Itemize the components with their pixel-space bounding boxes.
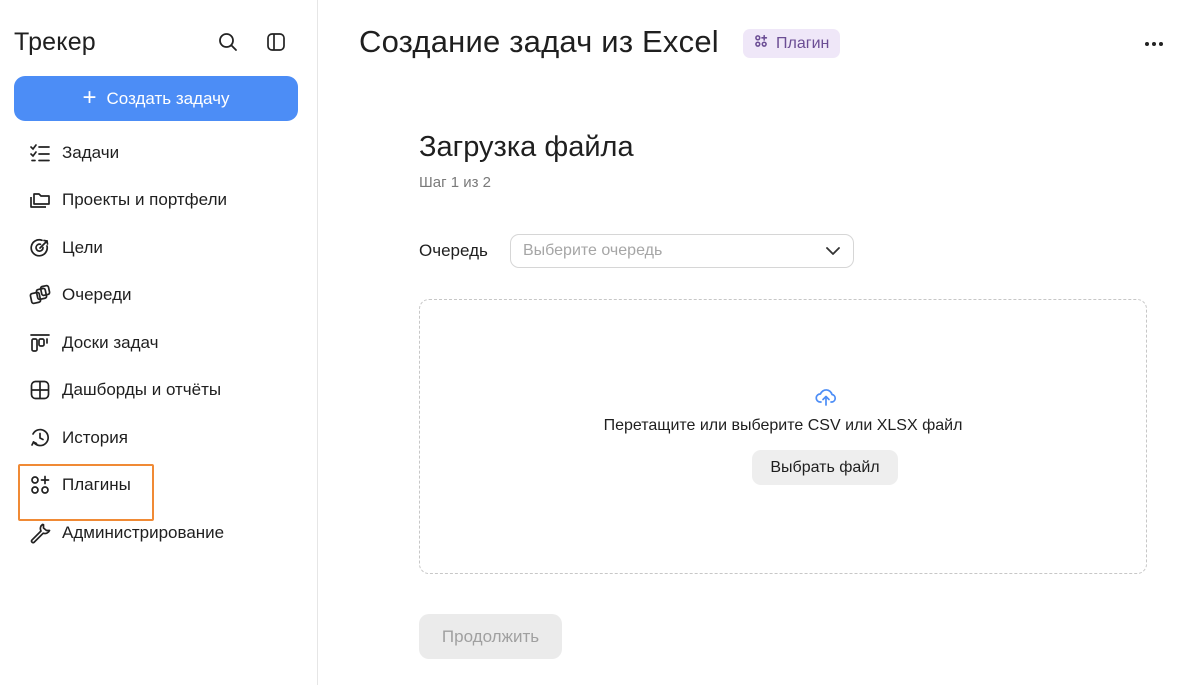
sidebar-item-goals[interactable]: Цели <box>14 224 304 272</box>
sidebar-item-label: Задачи <box>62 142 120 162</box>
sidebar-item-label: Администрирование <box>62 522 225 542</box>
sidebar-item-tasks[interactable]: Задачи <box>14 129 304 177</box>
queues-icon <box>28 283 52 307</box>
choose-file-button[interactable]: Выбрать файл <box>752 450 898 485</box>
more-icon[interactable] <box>1140 30 1168 58</box>
queue-select-placeholder: Выберите очередь <box>523 242 663 259</box>
sidebar-item-plugins[interactable]: Плагины <box>14 462 304 520</box>
dashboard-icon <box>28 378 52 402</box>
sidebar-nav: Задачи Проекты и портфели Цели Очереди Д… <box>14 129 304 557</box>
app-title: Трекер <box>14 27 96 56</box>
search-icon[interactable] <box>216 30 240 54</box>
plugin-badge: Плагин <box>743 29 841 58</box>
sidebar-header: Трекер <box>14 26 304 58</box>
queue-select[interactable]: Выберите очередь <box>510 234 854 268</box>
sidebar-item-label: Проекты и портфели <box>62 190 227 210</box>
sidebar-item-projects[interactable]: Проекты и портфели <box>14 177 304 225</box>
continue-button[interactable]: Продолжить <box>419 614 562 659</box>
sidebar-item-label: Плагины <box>62 475 131 495</box>
file-dropzone[interactable]: Перетащите или выберите CSV или XLSX фай… <box>419 299 1147 574</box>
plugins-icon <box>754 34 768 53</box>
sidebar-item-history[interactable]: История <box>14 414 304 462</box>
dropzone-text: Перетащите или выберите CSV или XLSX фай… <box>603 417 963 434</box>
task-list-icon <box>28 141 52 165</box>
sidebar-item-label: Доски задач <box>62 332 159 352</box>
sidebar-item-label: История <box>62 427 128 447</box>
chevron-down-icon <box>825 243 841 264</box>
sidebar-item-admin[interactable]: Администрирование <box>14 509 304 557</box>
folder-stack-icon <box>28 188 52 212</box>
target-icon <box>28 236 52 260</box>
wrench-icon <box>28 521 52 545</box>
sidebar-item-boards[interactable]: Доски задач <box>14 319 304 367</box>
plugins-icon <box>28 473 52 497</box>
plugin-badge-label: Плагин <box>776 34 830 52</box>
sidebar-item-label: Дашборды и отчёты <box>62 380 222 400</box>
board-icon <box>28 331 52 355</box>
sidebar-item-dashboards[interactable]: Дашборды и отчёты <box>14 367 304 415</box>
create-task-button[interactable]: + Создать задачу <box>14 76 298 121</box>
page-title: Создание задач из Excel <box>359 24 719 59</box>
plus-icon: + <box>82 83 97 111</box>
section-title: Загрузка файла <box>419 131 634 163</box>
step-indicator: Шаг 1 из 2 <box>419 174 492 191</box>
upload-cloud-icon <box>815 387 837 412</box>
sidebar: Трекер + Создать задачу Задачи Проекты и… <box>0 0 318 685</box>
sidebar-item-queues[interactable]: Очереди <box>14 272 304 320</box>
create-task-label: Создать задачу <box>106 88 230 108</box>
history-icon <box>28 426 52 450</box>
queue-label: Очередь <box>419 241 488 260</box>
sidebar-item-label: Очереди <box>62 285 132 305</box>
sidebar-toggle-icon[interactable] <box>264 30 288 54</box>
sidebar-item-label: Цели <box>62 237 103 257</box>
